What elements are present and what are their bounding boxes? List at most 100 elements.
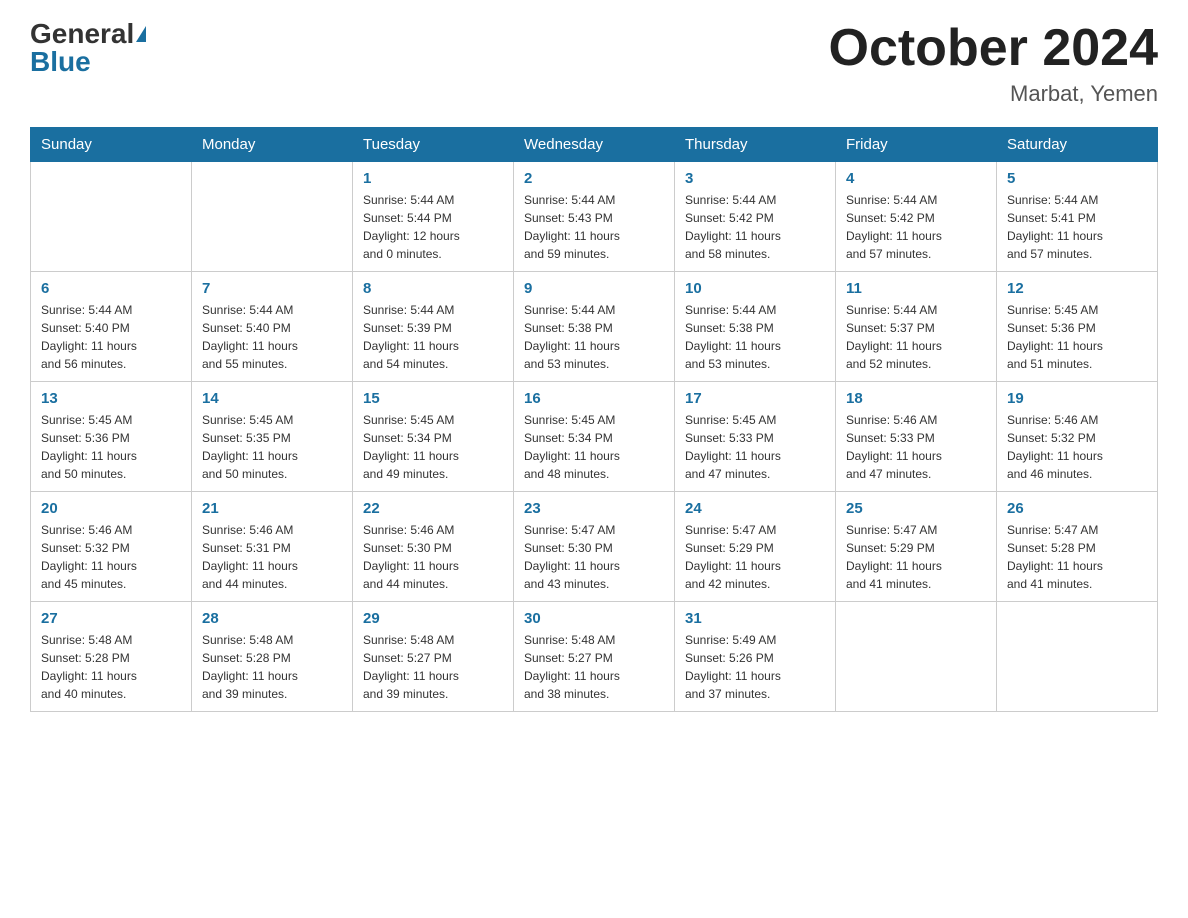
day-number: 20 xyxy=(41,500,181,517)
day-info: Sunrise: 5:44 AMSunset: 5:43 PMDaylight:… xyxy=(524,191,664,263)
calendar-cell: 11 Sunrise: 5:44 AMSunset: 5:37 PMDayligh… xyxy=(836,272,997,382)
calendar-cell: 19 Sunrise: 5:46 AMSunset: 5:32 PMDayligh… xyxy=(997,382,1158,492)
day-number: 19 xyxy=(1007,390,1147,407)
calendar-cell: 4 Sunrise: 5:44 AMSunset: 5:42 PMDaylight… xyxy=(836,162,997,272)
day-number: 22 xyxy=(363,500,503,517)
day-info: Sunrise: 5:44 AMSunset: 5:40 PMDaylight:… xyxy=(202,301,342,373)
day-info: Sunrise: 5:48 AMSunset: 5:28 PMDaylight:… xyxy=(41,631,181,703)
calendar-cell xyxy=(997,602,1158,712)
day-number: 16 xyxy=(524,390,664,407)
day-info: Sunrise: 5:46 AMSunset: 5:32 PMDaylight:… xyxy=(41,521,181,593)
calendar-cell: 21 Sunrise: 5:46 AMSunset: 5:31 PMDayligh… xyxy=(192,492,353,602)
day-number: 29 xyxy=(363,610,503,627)
calendar-cell: 9 Sunrise: 5:44 AMSunset: 5:38 PMDaylight… xyxy=(514,272,675,382)
calendar-cell: 25 Sunrise: 5:47 AMSunset: 5:29 PMDayligh… xyxy=(836,492,997,602)
day-info: Sunrise: 5:44 AMSunset: 5:42 PMDaylight:… xyxy=(846,191,986,263)
day-number: 7 xyxy=(202,280,342,297)
day-number: 8 xyxy=(363,280,503,297)
day-info: Sunrise: 5:44 AMSunset: 5:38 PMDaylight:… xyxy=(685,301,825,373)
day-info: Sunrise: 5:44 AMSunset: 5:38 PMDaylight:… xyxy=(524,301,664,373)
calendar-cell: 17Sunrise: 5:45 AMSunset: 5:33 PMDayligh… xyxy=(675,382,836,492)
calendar-cell xyxy=(836,602,997,712)
day-info: Sunrise: 5:44 AMSunset: 5:41 PMDaylight:… xyxy=(1007,191,1147,263)
day-info: Sunrise: 5:46 AMSunset: 5:32 PMDaylight:… xyxy=(1007,411,1147,483)
day-number: 6 xyxy=(41,280,181,297)
calendar-cell: 6 Sunrise: 5:44 AMSunset: 5:40 PMDaylight… xyxy=(31,272,192,382)
calendar-cell: 28 Sunrise: 5:48 AMSunset: 5:28 PMDayligh… xyxy=(192,602,353,712)
day-info: Sunrise: 5:44 AMSunset: 5:42 PMDaylight:… xyxy=(685,191,825,263)
day-number: 14 xyxy=(202,390,342,407)
day-info: Sunrise: 5:49 AMSunset: 5:26 PMDaylight:… xyxy=(685,631,825,703)
day-number: 21 xyxy=(202,500,342,517)
day-info: Sunrise: 5:44 AMSunset: 5:44 PMDaylight:… xyxy=(363,191,503,263)
day-number: 1 xyxy=(363,170,503,187)
day-of-week-header: Friday xyxy=(836,128,997,162)
calendar-cell: 26 Sunrise: 5:47 AMSunset: 5:28 PMDayligh… xyxy=(997,492,1158,602)
day-info: Sunrise: 5:44 AMSunset: 5:37 PMDaylight:… xyxy=(846,301,986,373)
day-info: Sunrise: 5:48 AMSunset: 5:28 PMDaylight:… xyxy=(202,631,342,703)
day-number: 12 xyxy=(1007,280,1147,297)
day-number: 28 xyxy=(202,610,342,627)
day-number: 31 xyxy=(685,610,825,627)
calendar-cell xyxy=(31,162,192,272)
calendar-cell: 24 Sunrise: 5:47 AMSunset: 5:29 PMDayligh… xyxy=(675,492,836,602)
calendar-week-row: 13 Sunrise: 5:45 AMSunset: 5:36 PMDayligh… xyxy=(31,382,1158,492)
day-number: 15 xyxy=(363,390,503,407)
location-label: Marbat, Yemen xyxy=(829,81,1159,107)
day-number: 2 xyxy=(524,170,664,187)
day-info: Sunrise: 5:44 AMSunset: 5:40 PMDaylight:… xyxy=(41,301,181,373)
calendar-cell: 12 Sunrise: 5:45 AMSunset: 5:36 PMDayligh… xyxy=(997,272,1158,382)
calendar-cell: 23Sunrise: 5:47 AMSunset: 5:30 PMDayligh… xyxy=(514,492,675,602)
calendar-cell: 30 Sunrise: 5:48 AMSunset: 5:27 PMDayligh… xyxy=(514,602,675,712)
calendar-cell: 16Sunrise: 5:45 AMSunset: 5:34 PMDayligh… xyxy=(514,382,675,492)
calendar-cell: 3 Sunrise: 5:44 AMSunset: 5:42 PMDaylight… xyxy=(675,162,836,272)
day-info: Sunrise: 5:47 AMSunset: 5:29 PMDaylight:… xyxy=(685,521,825,593)
calendar-week-row: 20 Sunrise: 5:46 AMSunset: 5:32 PMDayligh… xyxy=(31,492,1158,602)
day-of-week-header: Tuesday xyxy=(353,128,514,162)
logo-blue-text: Blue xyxy=(30,48,91,76)
day-number: 24 xyxy=(685,500,825,517)
month-title: October 2024 xyxy=(829,20,1159,77)
calendar-cell: 27 Sunrise: 5:48 AMSunset: 5:28 PMDayligh… xyxy=(31,602,192,712)
day-of-week-header: Saturday xyxy=(997,128,1158,162)
day-info: Sunrise: 5:46 AMSunset: 5:31 PMDaylight:… xyxy=(202,521,342,593)
calendar-cell: 14Sunrise: 5:45 AMSunset: 5:35 PMDayligh… xyxy=(192,382,353,492)
day-info: Sunrise: 5:45 AMSunset: 5:36 PMDaylight:… xyxy=(41,411,181,483)
day-number: 5 xyxy=(1007,170,1147,187)
title-area: October 2024 Marbat, Yemen xyxy=(829,20,1159,107)
day-of-week-header: Thursday xyxy=(675,128,836,162)
day-number: 30 xyxy=(524,610,664,627)
day-number: 26 xyxy=(1007,500,1147,517)
calendar-cell: 20 Sunrise: 5:46 AMSunset: 5:32 PMDayligh… xyxy=(31,492,192,602)
calendar-cell: 29Sunrise: 5:48 AMSunset: 5:27 PMDayligh… xyxy=(353,602,514,712)
day-info: Sunrise: 5:48 AMSunset: 5:27 PMDaylight:… xyxy=(524,631,664,703)
calendar-cell: 2 Sunrise: 5:44 AMSunset: 5:43 PMDaylight… xyxy=(514,162,675,272)
logo-general-text: General xyxy=(30,20,134,48)
day-of-week-header: Monday xyxy=(192,128,353,162)
day-number: 11 xyxy=(846,280,986,297)
calendar-table: SundayMondayTuesdayWednesdayThursdayFrid… xyxy=(30,127,1158,712)
calendar-cell: 31 Sunrise: 5:49 AMSunset: 5:26 PMDayligh… xyxy=(675,602,836,712)
day-number: 13 xyxy=(41,390,181,407)
calendar-cell: 5 Sunrise: 5:44 AMSunset: 5:41 PMDaylight… xyxy=(997,162,1158,272)
day-info: Sunrise: 5:45 AMSunset: 5:36 PMDaylight:… xyxy=(1007,301,1147,373)
day-number: 27 xyxy=(41,610,181,627)
calendar-cell: 22 Sunrise: 5:46 AMSunset: 5:30 PMDayligh… xyxy=(353,492,514,602)
calendar-cell: 10Sunrise: 5:44 AMSunset: 5:38 PMDayligh… xyxy=(675,272,836,382)
calendar-week-row: 27 Sunrise: 5:48 AMSunset: 5:28 PMDayligh… xyxy=(31,602,1158,712)
day-of-week-header: Wednesday xyxy=(514,128,675,162)
day-info: Sunrise: 5:47 AMSunset: 5:29 PMDaylight:… xyxy=(846,521,986,593)
calendar-header-row: SundayMondayTuesdayWednesdayThursdayFrid… xyxy=(31,128,1158,162)
day-info: Sunrise: 5:45 AMSunset: 5:34 PMDaylight:… xyxy=(363,411,503,483)
calendar-week-row: 6 Sunrise: 5:44 AMSunset: 5:40 PMDaylight… xyxy=(31,272,1158,382)
day-number: 9 xyxy=(524,280,664,297)
day-number: 4 xyxy=(846,170,986,187)
logo-triangle-icon xyxy=(136,26,146,42)
day-number: 25 xyxy=(846,500,986,517)
calendar-cell: 18Sunrise: 5:46 AMSunset: 5:33 PMDayligh… xyxy=(836,382,997,492)
day-number: 3 xyxy=(685,170,825,187)
day-info: Sunrise: 5:46 AMSunset: 5:30 PMDaylight:… xyxy=(363,521,503,593)
day-info: Sunrise: 5:47 AMSunset: 5:28 PMDaylight:… xyxy=(1007,521,1147,593)
day-number: 23 xyxy=(524,500,664,517)
calendar-cell: 8Sunrise: 5:44 AMSunset: 5:39 PMDaylight… xyxy=(353,272,514,382)
